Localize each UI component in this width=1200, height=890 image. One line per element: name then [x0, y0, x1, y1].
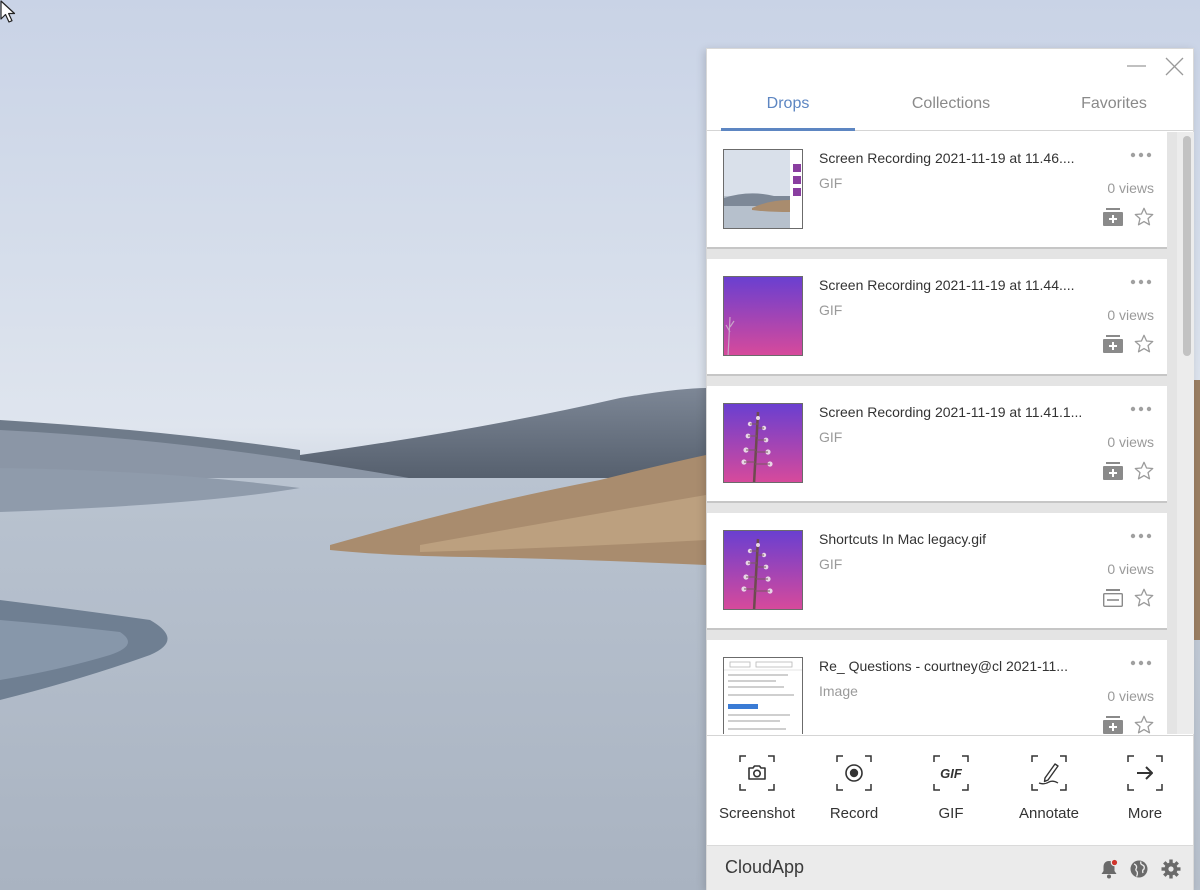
drop-item[interactable]: Shortcuts In Mac legacy.gif GIF 0 views — [707, 513, 1167, 630]
record-label: Record — [829, 805, 879, 822]
add-to-collection-icon[interactable] — [1102, 334, 1124, 354]
minimize-icon[interactable] — [1124, 55, 1148, 79]
camera-icon — [739, 755, 775, 791]
title-bar — [707, 49, 1193, 83]
favorite-star-icon[interactable] — [1133, 714, 1155, 734]
drop-thumbnail[interactable] — [723, 149, 803, 229]
view-count: 0 views — [1107, 434, 1154, 450]
cloudapp-panel: Drops Collections Favorites Screen Recor… — [706, 48, 1194, 890]
annotate-button[interactable]: Annotate — [1000, 736, 1098, 846]
globe-icon[interactable] — [1128, 858, 1150, 880]
pen-icon — [1031, 755, 1067, 791]
record-icon — [836, 755, 872, 791]
drop-thumbnail[interactable] — [723, 403, 803, 483]
brand-name: CloudApp — [725, 857, 805, 877]
gif-label: GIF — [938, 805, 964, 822]
annotate-label: Annotate — [1018, 805, 1080, 822]
drop-thumbnail[interactable] — [723, 530, 803, 610]
view-count: 0 views — [1107, 307, 1154, 323]
screenshot-button[interactable]: Screenshot — [708, 736, 806, 846]
drop-item[interactable]: Re_ Questions - courtney@cl 2021-11... I… — [707, 640, 1167, 734]
bell-icon[interactable] — [1098, 858, 1120, 880]
favorite-star-icon[interactable] — [1133, 460, 1155, 482]
drop-item[interactable]: Screen Recording 2021-11-19 at 11.41.1..… — [707, 386, 1167, 503]
scrollbar-thumb[interactable] — [1183, 136, 1191, 356]
drop-type: GIF — [819, 175, 843, 191]
drop-title[interactable]: Re_ Questions - courtney@cl 2021-11... — [819, 658, 1089, 674]
favorite-star-icon[interactable] — [1133, 333, 1155, 355]
drop-type: GIF — [819, 429, 843, 445]
tab-bar: Drops Collections Favorites — [707, 85, 1193, 131]
view-count: 0 views — [1107, 688, 1154, 704]
add-to-collection-icon[interactable] — [1102, 461, 1124, 481]
more-options-icon[interactable] — [1129, 529, 1155, 543]
drop-type: GIF — [819, 302, 843, 318]
favorite-star-icon[interactable] — [1133, 206, 1155, 228]
in-collection-icon[interactable] — [1102, 588, 1124, 608]
drop-thumbnail[interactable] — [723, 276, 803, 356]
more-options-icon[interactable] — [1129, 148, 1155, 162]
drop-item[interactable]: Screen Recording 2021-11-19 at 11.44....… — [707, 259, 1167, 376]
tab-drops[interactable]: Drops — [721, 85, 855, 131]
drop-type: Image — [819, 683, 858, 699]
add-to-collection-icon[interactable] — [1102, 715, 1124, 734]
arrow-right-icon — [1127, 755, 1163, 791]
favorite-star-icon[interactable] — [1133, 587, 1155, 609]
add-to-collection-icon[interactable] — [1102, 207, 1124, 227]
drop-type: GIF — [819, 556, 843, 572]
more-options-icon[interactable] — [1129, 275, 1155, 289]
drop-title[interactable]: Screen Recording 2021-11-19 at 11.46.... — [819, 150, 1089, 166]
tab-favorites[interactable]: Favorites — [1057, 85, 1171, 131]
tab-collections[interactable]: Collections — [885, 85, 1017, 131]
drop-item[interactable]: Screen Recording 2021-11-19 at 11.46....… — [707, 132, 1167, 249]
more-button[interactable]: More — [1096, 736, 1194, 846]
drop-thumbnail[interactable] — [723, 657, 803, 734]
screenshot-label: Screenshot — [719, 805, 795, 822]
record-button[interactable]: Record — [805, 736, 903, 846]
more-options-icon[interactable] — [1129, 402, 1155, 416]
drop-title[interactable]: Screen Recording 2021-11-19 at 11.44.... — [819, 277, 1089, 293]
gif-icon: GIF — [933, 755, 969, 791]
list-scrollbar[interactable] — [1177, 132, 1194, 734]
drop-title[interactable]: Shortcuts In Mac legacy.gif — [819, 531, 1089, 547]
more-label: More — [1127, 805, 1163, 822]
capture-toolbar: Screenshot Record GIF GIF Annotate More — [707, 735, 1193, 845]
footer-bar: CloudApp — [707, 845, 1193, 890]
gif-icon-text: GIF — [940, 766, 963, 781]
drop-title[interactable]: Screen Recording 2021-11-19 at 11.41.1..… — [819, 404, 1089, 420]
view-count: 0 views — [1107, 561, 1154, 577]
view-count: 0 views — [1107, 180, 1154, 196]
close-icon[interactable] — [1162, 55, 1186, 79]
drops-list[interactable]: Screen Recording 2021-11-19 at 11.46....… — [707, 132, 1177, 734]
gear-icon[interactable] — [1160, 858, 1182, 880]
more-options-icon[interactable] — [1129, 656, 1155, 670]
mouse-cursor-icon — [0, 0, 16, 23]
gif-button[interactable]: GIF GIF — [902, 736, 1000, 846]
